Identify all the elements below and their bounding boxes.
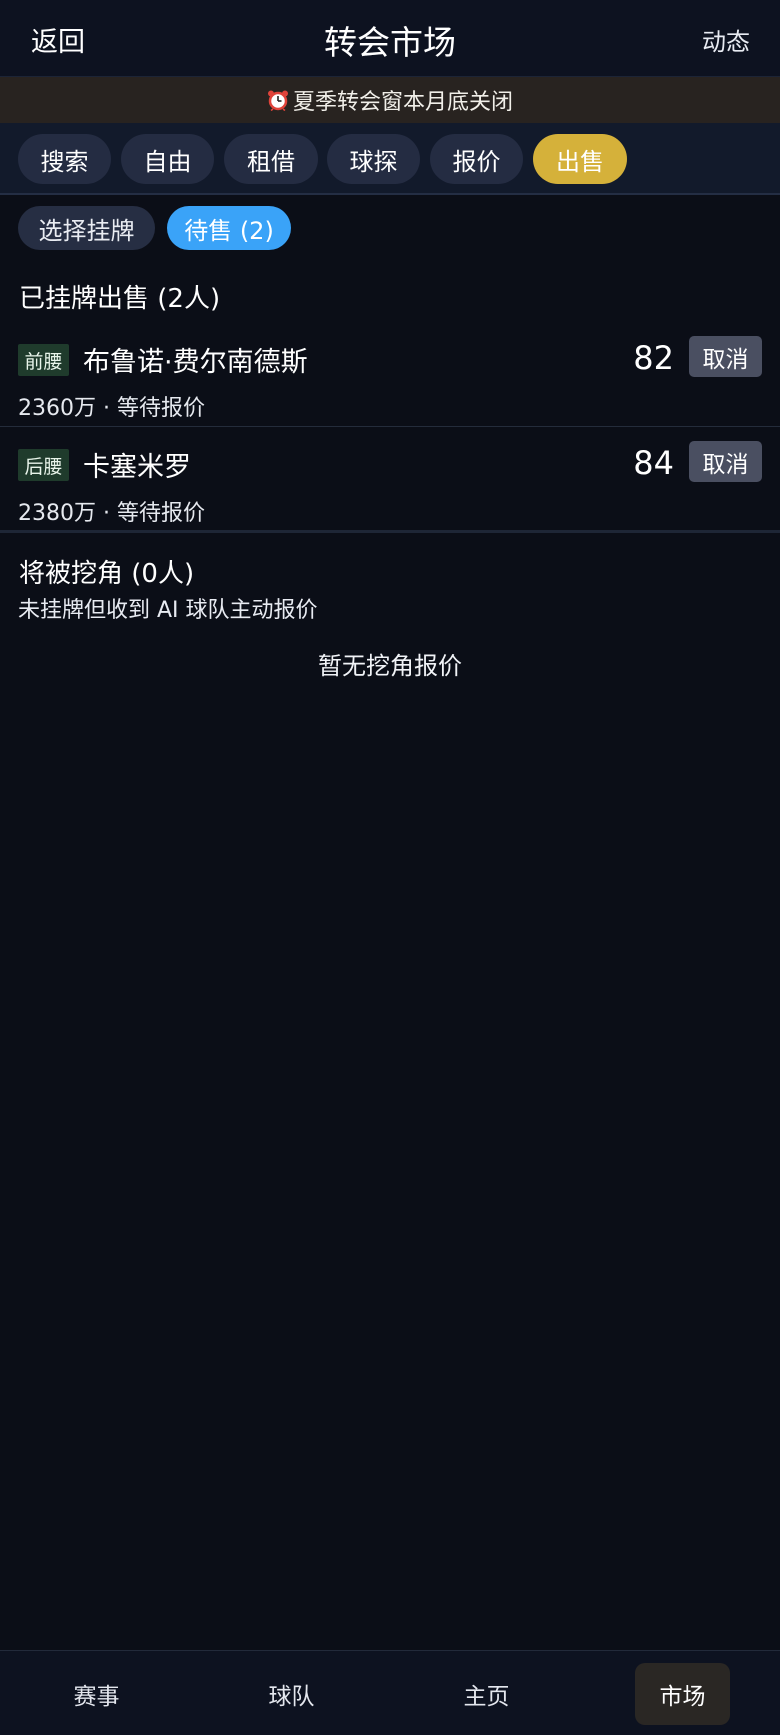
player-row: 后腰 卡塞米罗 84 取消 2380万 · 等待报价 xyxy=(0,429,780,533)
cancel-listing-button[interactable]: 取消 xyxy=(689,336,762,377)
banner-text: 夏季转会窗本月底关闭 xyxy=(292,90,513,115)
tab-loan[interactable]: 租借 xyxy=(224,134,318,184)
top-bar: 返回 转会市场 动态 xyxy=(0,0,780,77)
player-name[interactable]: 卡塞米罗 xyxy=(83,445,191,484)
listed-section-title: 已挂牌出售 (2人) xyxy=(19,284,221,314)
section-divider xyxy=(0,530,780,533)
news-button[interactable]: 动态 xyxy=(702,22,750,57)
poached-section-subtitle: 未挂牌但收到 AI 球队主动报价 xyxy=(18,598,318,623)
nav-home[interactable]: 主页 xyxy=(439,1663,534,1725)
empty-state-text: 暂无挖角报价 xyxy=(318,652,462,680)
nav-team[interactable]: 球队 xyxy=(244,1663,339,1725)
row-divider xyxy=(0,426,780,427)
player-row: 前腰 布鲁诺·费尔南德斯 82 取消 2360万 · 等待报价 xyxy=(0,324,780,428)
tab-search[interactable]: 搜索 xyxy=(18,134,111,184)
tab-offers[interactable]: 报价 xyxy=(430,134,523,184)
nav-matches[interactable]: 赛事 xyxy=(49,1663,144,1725)
player-name[interactable]: 布鲁诺·费尔南德斯 xyxy=(83,340,308,379)
subtab-choose-listing[interactable]: 选择挂牌 xyxy=(18,206,155,250)
tab-scout[interactable]: 球探 xyxy=(327,134,420,184)
nav-market[interactable]: 市场 xyxy=(635,1663,730,1725)
player-meta: 2380万 · 等待报价 xyxy=(18,501,205,526)
market-tabs: 搜索 自由 租借 球探 报价 出售 xyxy=(0,123,780,195)
transfer-window-banner: 夏季转会窗本月底关闭 xyxy=(0,77,780,123)
player-rating: 84 xyxy=(633,444,674,482)
cancel-listing-button[interactable]: 取消 xyxy=(689,441,762,482)
alarm-clock-icon xyxy=(267,89,289,112)
bottom-navigation: 赛事 球队 主页 市场 xyxy=(0,1650,780,1735)
position-badge: 前腰 xyxy=(18,344,69,376)
page-title: 转会市场 xyxy=(324,23,456,62)
poached-section-title: 将被挖角 (0人) xyxy=(19,559,195,589)
position-badge: 后腰 xyxy=(18,449,69,481)
player-meta: 2360万 · 等待报价 xyxy=(18,396,205,421)
subtab-for-sale[interactable]: 待售 (2) xyxy=(167,206,291,250)
tab-sell[interactable]: 出售 xyxy=(533,134,627,184)
player-rating: 82 xyxy=(633,339,674,377)
tab-free[interactable]: 自由 xyxy=(121,134,214,184)
